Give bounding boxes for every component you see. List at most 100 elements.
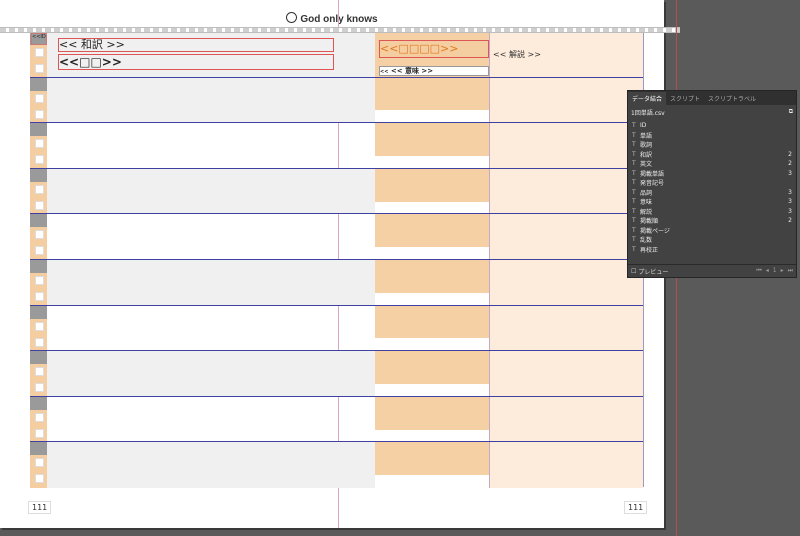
row-explanation-cell <box>489 442 643 488</box>
field-item[interactable]: T 和訳 2 <box>628 150 796 160</box>
text-field-icon: T <box>632 217 636 225</box>
row-number-cell <box>30 168 47 215</box>
word-frame[interactable]: <<□□>> <box>58 54 334 70</box>
translation-frame[interactable]: << 和訳 >> <box>58 38 334 52</box>
field-name: 発音記号 <box>640 180 665 188</box>
field-item[interactable]: T 発音記号 <box>628 178 796 188</box>
text-field-icon: T <box>632 236 636 244</box>
bleed-guide <box>0 27 680 33</box>
field-count: 3 <box>788 169 792 177</box>
meaning-prefix: << <box>380 69 389 75</box>
vocabulary-grid <box>30 31 644 488</box>
field-item[interactable]: T 掲載順 2 <box>628 216 796 226</box>
row-main-cell <box>47 306 375 352</box>
text-field-icon: T <box>632 150 636 158</box>
field-name: 再校正 <box>640 246 659 254</box>
grid-row <box>30 122 643 169</box>
row-number-cell <box>30 260 47 306</box>
row-explanation-cell <box>489 168 643 215</box>
row-explanation-cell <box>489 77 643 124</box>
row-headword-cell <box>375 123 489 169</box>
field-name: 和訳 <box>640 151 653 159</box>
row-explanation-cell <box>489 214 643 260</box>
tab-scripts[interactable]: スクリプト <box>666 92 704 105</box>
text-field-icon: T <box>632 131 636 139</box>
next-record-icon[interactable]: ▸ <box>781 267 784 275</box>
row-main-cell <box>47 214 375 260</box>
grid-row <box>30 395 643 443</box>
field-name: 掲載順 <box>640 218 659 226</box>
first-record-icon[interactable]: ⏮ <box>756 267 761 275</box>
field-item[interactable]: T 品詞 3 <box>628 188 796 198</box>
record-navigation: ⏮ ◂ 1 ▸ ⏭ <box>756 267 793 275</box>
row-number-cell <box>30 351 47 397</box>
field-item[interactable]: T 掲載単語 3 <box>628 169 796 179</box>
word-text: <<□□>> <box>59 55 122 69</box>
headword-frame[interactable]: <<□□□□>> <box>379 40 489 58</box>
field-item[interactable]: T 意味 3 <box>628 197 796 207</box>
id-frame[interactable]: <<ID>> <box>31 33 47 45</box>
grid-row <box>30 213 643 260</box>
field-item[interactable]: T ID <box>628 121 796 131</box>
headword-text: <<□□□□>> <box>380 42 459 55</box>
field-item[interactable]: T 単語 <box>628 131 796 141</box>
text-field-icon: T <box>632 160 636 168</box>
data-merge-panel[interactable]: データ結合 スクリプト スクリプトラベル 1回単語.csv ⧉ T ID T 単語 T 歌… <box>627 90 797 278</box>
preview-label: プレビュー <box>638 268 669 276</box>
row-number-cell <box>30 77 47 124</box>
field-item[interactable]: T 英文 2 <box>628 159 796 169</box>
tab-script-label[interactable]: スクリプトラベル <box>704 92 760 105</box>
field-count: 2 <box>788 150 792 158</box>
field-item[interactable]: T 掲載ページ <box>628 226 796 236</box>
row-explanation-cell <box>489 351 643 397</box>
row-headword-cell <box>375 442 489 488</box>
field-item[interactable]: T 再校正 <box>628 245 796 255</box>
field-name: ID <box>640 122 647 130</box>
field-item[interactable]: T 乱数 <box>628 235 796 245</box>
data-source-name: 1回単語.csv <box>631 110 665 117</box>
field-count: 3 <box>788 188 792 196</box>
row-headword-cell <box>375 351 489 397</box>
grid-row <box>30 259 643 306</box>
text-field-icon: T <box>632 122 636 130</box>
tab-data-merge[interactable]: データ結合 <box>628 92 667 105</box>
panel-tabs: データ結合 スクリプト スクリプトラベル <box>628 91 796 105</box>
field-item[interactable]: T 解説 3 <box>628 207 796 217</box>
text-field-icon: T <box>632 179 636 187</box>
field-name: 英文 <box>640 161 653 169</box>
last-record-icon[interactable]: ⏭ <box>788 267 793 275</box>
field-name: 品詞 <box>640 189 653 197</box>
field-list: T ID T 単語 T 歌詞 T 和訳 2 T 英文 2 T 掲載単語 3 T 発音記号 T 品詞 3 T 意味 3 T 解説 3… <box>628 121 796 254</box>
panel-footer: ☐ プレビュー ⏮ ◂ 1 ▸ ⏭ <box>628 264 796 277</box>
grid-row <box>30 304 643 352</box>
field-name: 解説 <box>640 208 653 216</box>
row-explanation-cell <box>489 123 643 169</box>
record-number[interactable]: 1 <box>773 267 777 275</box>
row-main-cell <box>47 397 375 443</box>
row-main-cell <box>47 351 375 397</box>
field-item[interactable]: T 歌詞 <box>628 140 796 150</box>
field-name: 歌詞 <box>640 142 653 150</box>
row-main-cell <box>47 123 375 169</box>
field-name: 乱数 <box>640 237 653 245</box>
link-icon[interactable]: ⧉ <box>789 108 793 117</box>
meaning-frame[interactable]: << << 意味 >> <box>379 66 489 76</box>
row-headword-cell <box>375 305 489 352</box>
field-name: 意味 <box>640 199 653 207</box>
row-main-cell <box>47 260 375 306</box>
row-number-cell <box>30 214 47 260</box>
row-number-cell <box>30 305 47 352</box>
field-name: 掲載単語 <box>640 170 665 178</box>
row-number-cell <box>30 123 47 169</box>
translation-text: << 和訳 >> <box>59 38 125 51</box>
text-field-icon: T <box>632 188 636 196</box>
row-main-cell <box>47 168 375 215</box>
row-headword-cell <box>375 168 489 215</box>
grid-row <box>30 76 643 124</box>
row-main-cell <box>47 442 375 488</box>
row-headword-cell <box>375 77 489 124</box>
stopwatch-icon <box>286 12 298 23</box>
grid-row <box>30 167 643 215</box>
preview-checkbox[interactable]: ☐ <box>631 268 636 275</box>
prev-record-icon[interactable]: ◂ <box>766 267 769 275</box>
